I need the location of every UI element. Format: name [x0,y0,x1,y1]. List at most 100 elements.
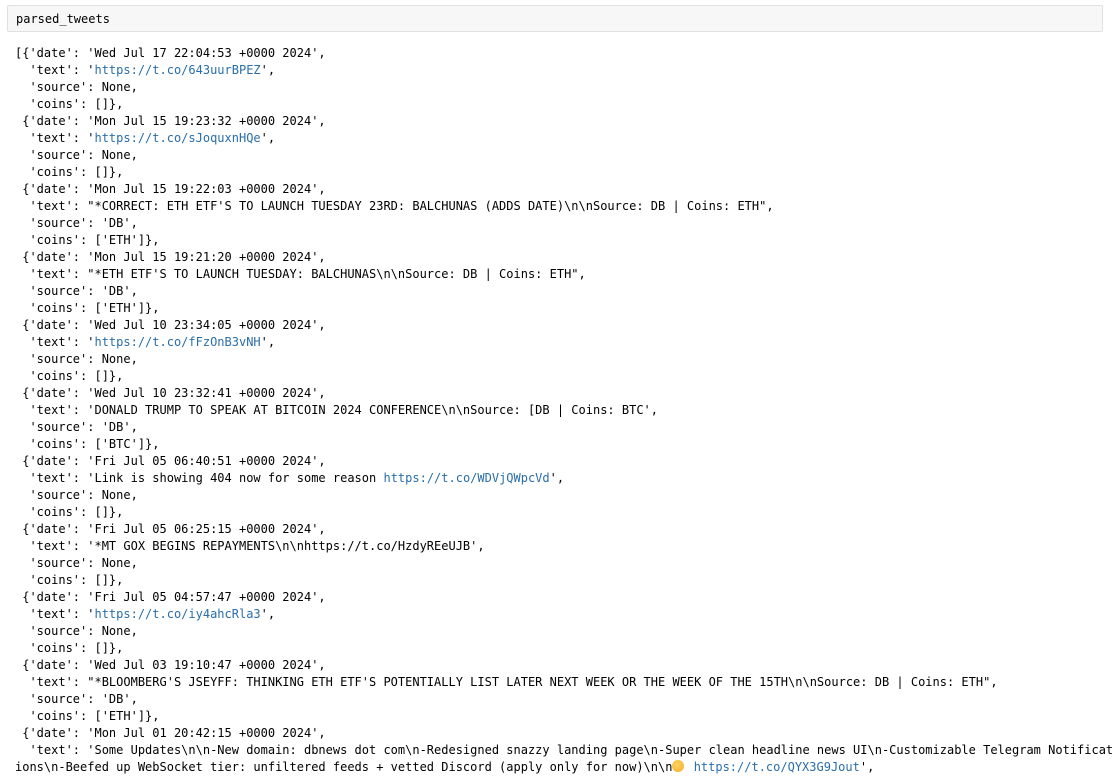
output-text: 'source': None, [15,488,138,502]
output-line: 'source': None, [15,351,1113,368]
output-line: 'source': None, [15,147,1113,164]
output-text: {'date': 'Fri Jul 05 06:40:51 +0000 2024… [15,454,326,468]
output-line: {'date': 'Mon Jul 01 20:42:15 +0000 2024… [15,725,1113,742]
output-line: 'source': 'DB', [15,283,1113,300]
output-line: 'text': 'https://t.co/sJoquxnHQe', [15,130,1113,147]
output-text: 'source': None, [15,624,138,638]
output-text: ', [260,335,276,349]
output-line: 'source': 'DB', [15,691,1113,708]
output-text: 'text': ' [15,131,95,145]
output-text: 'text': "*ETH ETF'S TO LAUNCH TUESDAY: B… [15,267,586,281]
output-line: 'coins': ['BTC']}, [15,436,1113,453]
tweet-link[interactable]: https://t.co/WDVjQWpcVd [383,471,549,485]
output-text: 'source': None, [15,556,138,570]
output-line: {'date': 'Mon Jul 15 19:22:03 +0000 2024… [15,181,1113,198]
output-text: 'coins': []}, [15,97,124,111]
output-area: [{'date': 'Wed Jul 17 22:04:53 +0000 202… [15,45,1113,776]
tweet-link[interactable]: https://t.co/iy4ahcRla3 [94,607,260,621]
output-text: ', [549,471,565,485]
output-line: {'date': 'Mon Jul 15 19:23:32 +0000 2024… [15,113,1113,130]
output-line: 'text': 'Some Updates\n\n-New domain: db… [15,742,1113,759]
output-line: 'source': None, [15,487,1113,504]
output-text: 'coins': []}, [15,505,124,519]
output-text: 'coins': []}, [15,573,124,587]
output-text: 'text': '*MT GOX BEGINS REPAYMENTS\n\nht… [15,539,485,553]
output-text: 'text': ' [15,63,95,77]
output-text: 'source': None, [15,148,138,162]
output-line: 'source': 'DB', [15,419,1113,436]
output-text: 'text': 'Link is showing 404 now for som… [15,471,384,485]
tweet-link[interactable]: https://t.co/fFzOnB3vNH [94,335,260,349]
output-line: 'source': None, [15,623,1113,640]
output-line: 'text': 'Link is showing 404 now for som… [15,470,1113,487]
tweet-link[interactable]: https://t.co/QYX3G9Jout [694,760,860,774]
input-code[interactable]: parsed_tweets [16,12,110,26]
input-cell[interactable]: parsed_tweets [7,5,1103,32]
output-text: 'text': 'Some Updates\n\n-New domain: db… [15,743,1113,757]
output-text: [{'date': 'Wed Jul 17 22:04:53 +0000 202… [15,46,326,60]
output-text: {'date': 'Mon Jul 15 19:23:32 +0000 2024… [15,114,326,128]
output-line: {'date': 'Fri Jul 05 06:25:15 +0000 2024… [15,521,1113,538]
smiling-face-emoji [672,760,685,772]
output-text: 'coins': ['ETH']}, [15,709,160,723]
output-text: 'source': 'DB', [15,420,138,434]
output-text: {'date': 'Fri Jul 05 04:57:47 +0000 2024… [15,590,326,604]
output-text: 'coins': []}, [15,165,124,179]
output-line: {'date': 'Mon Jul 15 19:21:20 +0000 2024… [15,249,1113,266]
output-line: 'coins': ['ETH']}, [15,708,1113,725]
output-text: 'coins': []}, [15,641,124,655]
output-text: 'source': None, [15,352,138,366]
output-text: 'source': None, [15,80,138,94]
output-text: {'date': 'Wed Jul 03 19:10:47 +0000 2024… [15,658,326,672]
output-text: 'text': 'DONALD TRUMP TO SPEAK AT BITCOI… [15,403,658,417]
output-text: ions\n-Beefed up WebSocket tier: unfilte… [15,760,673,774]
output-text: ', [859,760,875,774]
output-line: 'text': 'https://t.co/iy4ahcRla3', [15,606,1113,623]
output-line: 'text': 'https://t.co/643uurBPEZ', [15,62,1113,79]
output-line: 'text': "*CORRECT: ETH ETF'S TO LAUNCH T… [15,198,1113,215]
output-text: 'text': "*BLOOMBERG'S JSEYFF: THINKING E… [15,675,998,689]
output-line: 'coins': []}, [15,572,1113,589]
output-text: 'source': 'DB', [15,216,138,230]
output-text: {'date': 'Wed Jul 10 23:34:05 +0000 2024… [15,318,326,332]
tweet-link[interactable]: https://t.co/643uurBPEZ [94,63,260,77]
output-text: 'coins': ['ETH']}, [15,301,160,315]
output-line: 'text': '*MT GOX BEGINS REPAYMENTS\n\nht… [15,538,1113,555]
output-line: 'coins': ['ETH']}, [15,300,1113,317]
output-text: {'date': 'Mon Jul 01 20:42:15 +0000 2024… [15,726,326,740]
output-line: {'date': 'Fri Jul 05 06:40:51 +0000 2024… [15,453,1113,470]
output-text: 'coins': ['BTC']}, [15,437,160,451]
output-text: 'text': "*CORRECT: ETH ETF'S TO LAUNCH T… [15,199,774,213]
output-text: 'coins': []}, [15,369,124,383]
output-line: 'coins': []}, [15,164,1113,181]
output-text: 'text': ' [15,607,95,621]
output-text: {'date': 'Mon Jul 15 19:21:20 +0000 2024… [15,250,326,264]
output-line: {'date': 'Wed Jul 03 19:10:47 +0000 2024… [15,657,1113,674]
output-line: 'text': "*BLOOMBERG'S JSEYFF: THINKING E… [15,674,1113,691]
output-line: 'source': None, [15,555,1113,572]
output-text: {'date': 'Wed Jul 10 23:32:41 +0000 2024… [15,386,326,400]
output-text: 'source': 'DB', [15,692,138,706]
output-line: 'text': "*ETH ETF'S TO LAUNCH TUESDAY: B… [15,266,1113,283]
output-text: {'date': 'Mon Jul 15 19:22:03 +0000 2024… [15,182,326,196]
output-text: ', [260,131,276,145]
output-text: 'text': ' [15,335,95,349]
output-line: 'coins': []}, [15,504,1113,521]
output-text: ', [260,63,276,77]
tweet-link[interactable]: https://t.co/sJoquxnHQe [94,131,260,145]
output-text: {'date': 'Fri Jul 05 06:25:15 +0000 2024… [15,522,326,536]
output-line: [{'date': 'Wed Jul 17 22:04:53 +0000 202… [15,45,1113,62]
output-text: 'coins': ['ETH']}, [15,233,160,247]
output-line: 'coins': []}, [15,96,1113,113]
output-line: 'text': 'https://t.co/fFzOnB3vNH', [15,334,1113,351]
output-line: 'coins': []}, [15,368,1113,385]
output-line: {'date': 'Wed Jul 10 23:34:05 +0000 2024… [15,317,1113,334]
output-line: 'source': None, [15,79,1113,96]
output-line: {'date': 'Wed Jul 10 23:32:41 +0000 2024… [15,385,1113,402]
output-line: 'text': 'DONALD TRUMP TO SPEAK AT BITCOI… [15,402,1113,419]
output-line: 'coins': []}, [15,640,1113,657]
output-line: {'date': 'Fri Jul 05 04:57:47 +0000 2024… [15,589,1113,606]
output-line: 'coins': ['ETH']}, [15,232,1113,249]
output-line: ions\n-Beefed up WebSocket tier: unfilte… [15,759,1113,776]
